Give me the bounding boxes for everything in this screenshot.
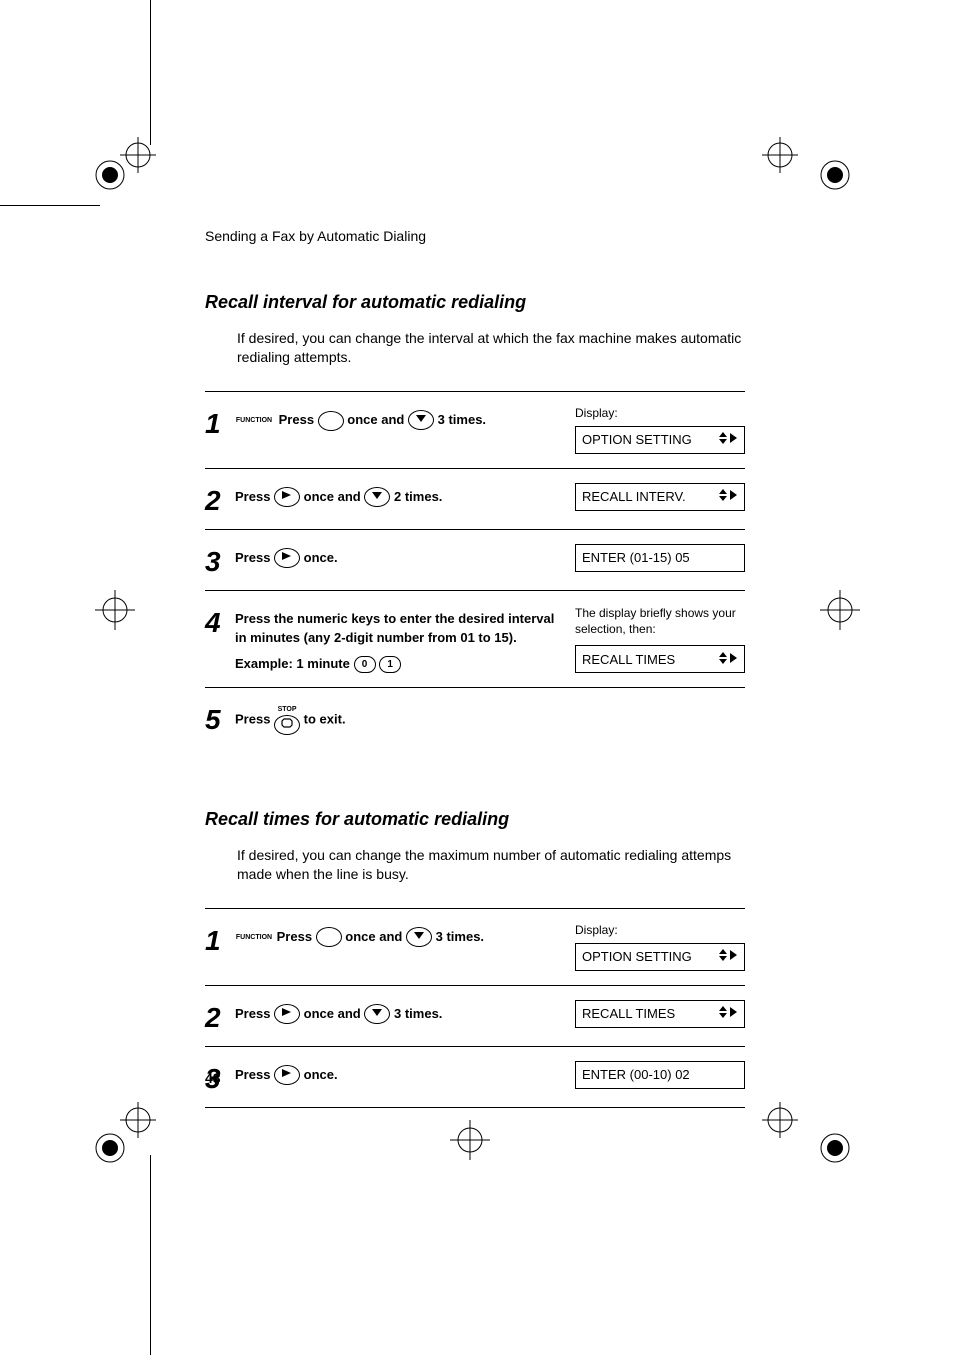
- display-text: RECALL TIMES: [582, 1006, 675, 1021]
- step-row: 5 Press STOP to exit.: [205, 688, 745, 749]
- display-text: ENTER (01-15) 05: [582, 550, 690, 565]
- display-label: Display:: [575, 923, 745, 937]
- function-label: FUNCTION: [235, 417, 273, 424]
- registration-mark-top-right: [760, 130, 860, 200]
- numeric-key-1-icon: 1: [379, 656, 401, 673]
- function-label: FUNCTION: [235, 934, 273, 941]
- stop-button-icon: [274, 715, 300, 735]
- section-title: Recall times for automatic redialing: [205, 809, 745, 830]
- down-button-icon: [364, 1004, 390, 1024]
- times-text: 3 times.: [438, 412, 486, 427]
- press-text: Press: [235, 1067, 270, 1082]
- right-button-icon: [274, 1065, 300, 1085]
- registration-mark-bottom-center: [440, 1110, 500, 1170]
- display-box: ENTER (01-15) 05: [575, 544, 745, 572]
- section-recall-times: Recall times for automatic redialing If …: [205, 809, 745, 1108]
- display-box: RECALL TIMES: [575, 645, 745, 673]
- step-number: 4: [205, 605, 235, 637]
- step-row: 1 FUNCTION Press once and 3 times. Displ…: [205, 909, 745, 986]
- once-and-text: once and: [304, 489, 361, 504]
- updown-right-icon: [718, 948, 738, 965]
- section-intro: If desired, you can change the interval …: [237, 329, 745, 367]
- press-text: Press: [235, 489, 270, 504]
- once-text: once.: [304, 1067, 338, 1082]
- section-recall-interval: Recall interval for automatic redialing …: [205, 292, 745, 749]
- step-number: 2: [205, 1000, 235, 1032]
- press-text: Press: [277, 929, 312, 944]
- press-text: Press: [235, 550, 270, 565]
- once-and-text: once and: [345, 929, 402, 944]
- display-box: RECALL INTERV.: [575, 483, 745, 511]
- step-number: 2: [205, 483, 235, 515]
- right-button-icon: [274, 548, 300, 568]
- display-box: RECALL TIMES: [575, 1000, 745, 1028]
- step-row: 2 Press once and 3 times. RECALL TIMES: [205, 986, 745, 1047]
- step-row: 4 Press the numeric keys to enter the de…: [205, 591, 745, 689]
- display-label: Display:: [575, 406, 745, 420]
- step-body-text: Press the numeric keys to enter the desi…: [235, 609, 565, 648]
- display-box: OPTION SETTING: [575, 943, 745, 971]
- page-number: 48: [205, 1070, 221, 1086]
- display-box: ENTER (00-10) 02: [575, 1061, 745, 1089]
- display-desc: The display briefly shows your selection…: [575, 605, 745, 637]
- updown-right-icon: [718, 431, 738, 448]
- down-button-icon: [406, 927, 432, 947]
- crop-line: [150, 0, 151, 145]
- press-text: Press: [235, 712, 270, 727]
- display-text: RECALL INTERV.: [582, 489, 686, 504]
- section-title: Recall interval for automatic redialing: [205, 292, 745, 313]
- step-number: 5: [205, 702, 235, 734]
- once-and-text: once and: [304, 1006, 361, 1021]
- display-text: OPTION SETTING: [582, 432, 692, 447]
- once-text: once.: [304, 550, 338, 565]
- right-button-icon: [274, 1004, 300, 1024]
- step-number: 3: [205, 544, 235, 576]
- display-text: ENTER (00-10) 02: [582, 1067, 690, 1082]
- display-text: OPTION SETTING: [582, 949, 692, 964]
- times-text: 3 times.: [394, 1006, 442, 1021]
- display-text: RECALL TIMES: [582, 652, 675, 667]
- down-button-icon: [364, 487, 390, 507]
- down-button-icon: [408, 410, 434, 430]
- crop-line: [150, 1155, 151, 1355]
- numeric-key-0-icon: 0: [354, 656, 376, 673]
- press-text: Press: [279, 412, 314, 427]
- crop-line: [0, 205, 100, 206]
- right-button-icon: [274, 487, 300, 507]
- step-number: 1: [205, 923, 235, 955]
- registration-mark-right-mid: [810, 580, 870, 640]
- registration-mark-left-mid: [85, 580, 145, 640]
- to-exit-text: to exit.: [304, 712, 346, 727]
- example-label: Example: 1 minute: [235, 656, 350, 671]
- once-and-text: once and: [347, 412, 404, 427]
- step-row: 1 FUNCTION Press once and 3 times.: [205, 392, 745, 469]
- step-row: 2 Press once and 2 times. RECALL INTERV.: [205, 469, 745, 530]
- updown-right-icon: [718, 651, 738, 668]
- updown-right-icon: [718, 1005, 738, 1022]
- step-number: 1: [205, 406, 235, 438]
- times-text: 2 times.: [394, 489, 442, 504]
- step-row: 3 Press once. ENTER (01-15) 05: [205, 530, 745, 591]
- times-text: 3 times.: [436, 929, 484, 944]
- function-button-icon: [318, 411, 344, 431]
- updown-right-icon: [718, 488, 738, 505]
- registration-mark-bottom-right: [760, 1100, 860, 1170]
- display-box: OPTION SETTING: [575, 426, 745, 454]
- stop-label: STOP: [274, 706, 300, 713]
- section-intro: If desired, you can change the maximum n…: [237, 846, 745, 884]
- step-row: 3 Press once. ENTER (00-10) 02: [205, 1047, 745, 1108]
- press-text: Press: [235, 1006, 270, 1021]
- function-button-icon: [316, 927, 342, 947]
- running-head: Sending a Fax by Automatic Dialing: [205, 228, 745, 244]
